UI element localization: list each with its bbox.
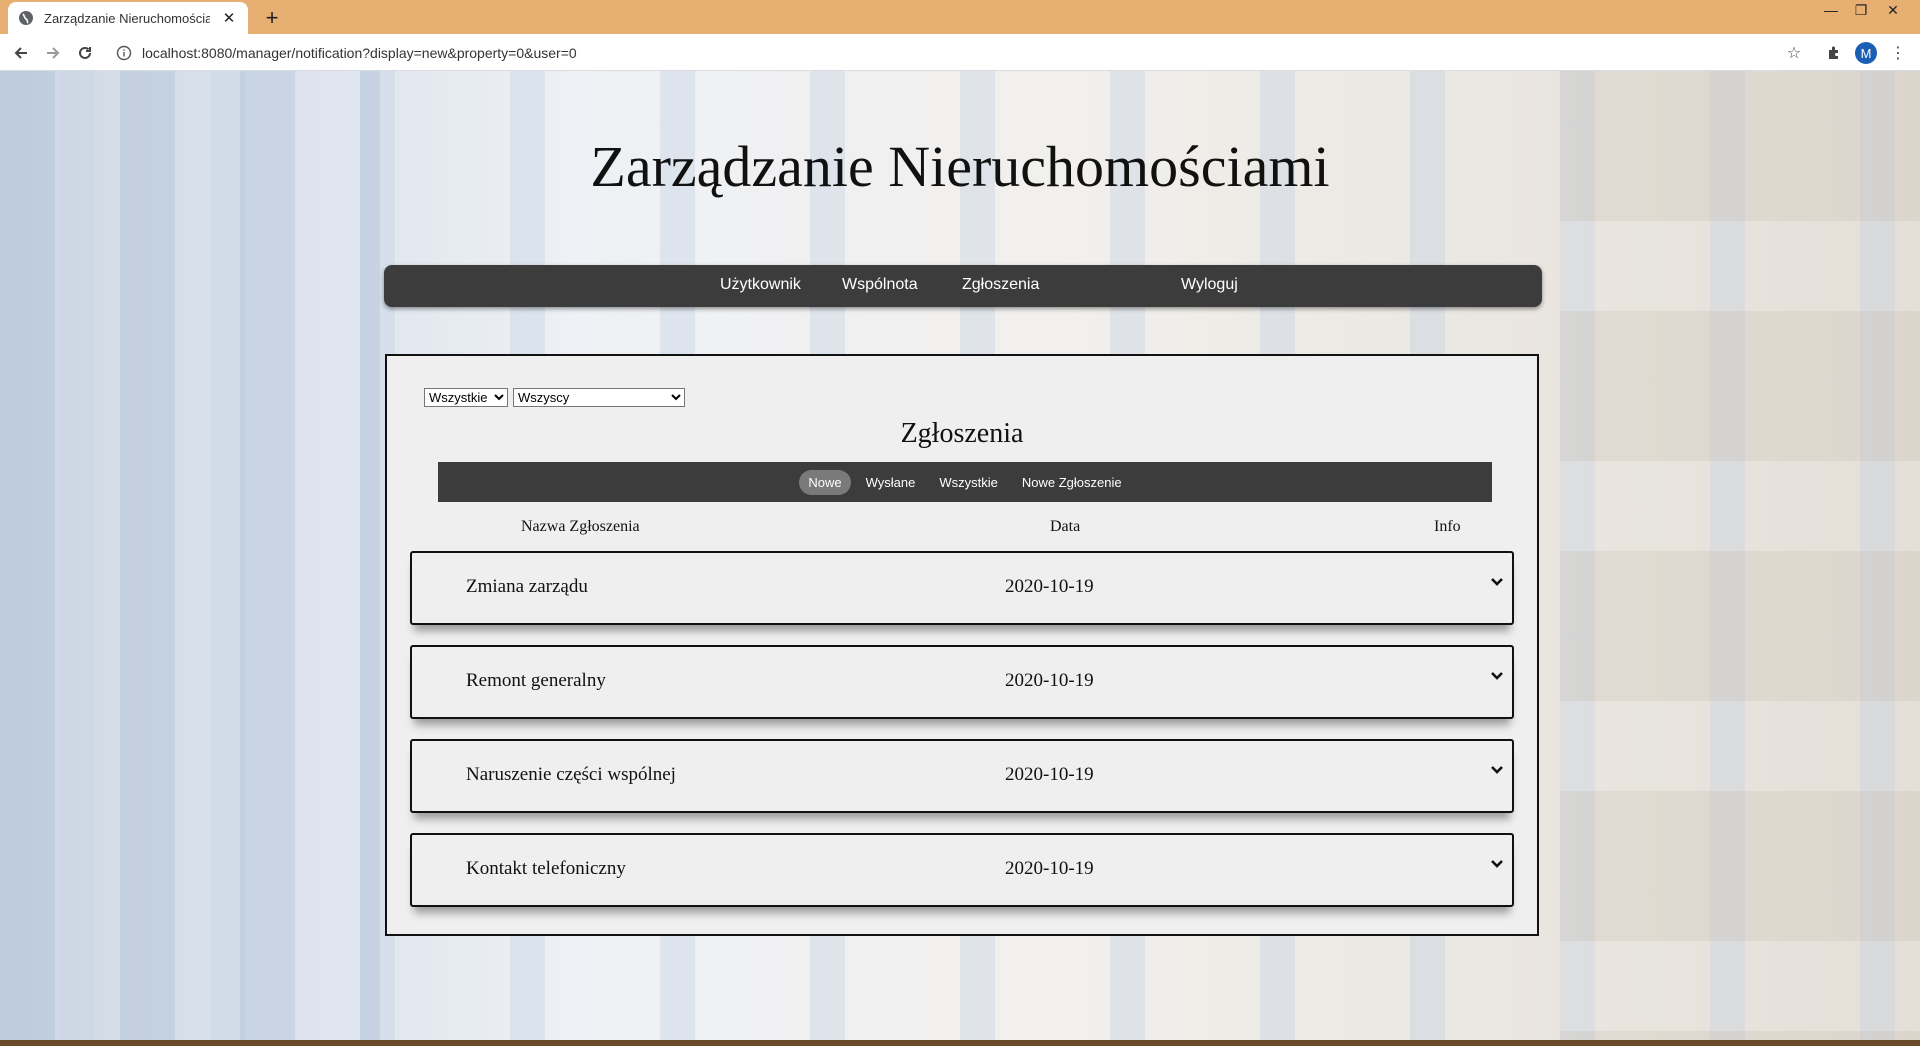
- column-header-name: Nazwa Zgłoszenia: [521, 518, 640, 535]
- notification-date: 2020-10-19: [1005, 858, 1094, 879]
- browser-titlebar: Zarządzanie Nieruchomościami ✕ + — ❐ ✕: [0, 0, 1920, 34]
- browser-tab[interactable]: Zarządzanie Nieruchomościami ✕: [8, 2, 248, 34]
- site-title: Zarządzanie Nieruchomościami: [590, 134, 1330, 199]
- chevron-down-icon[interactable]: [1490, 857, 1504, 871]
- chevron-down-icon[interactable]: [1490, 575, 1504, 589]
- subnav-sent[interactable]: Wysłane: [857, 470, 925, 495]
- notification-name: Kontakt telefoniczny: [466, 858, 626, 879]
- notification-date: 2020-10-19: [1005, 764, 1094, 785]
- subnav-new[interactable]: Nowe: [799, 469, 851, 495]
- notifications-subnav: Nowe Wysłane Wszystkie Nowe Zgłoszenie: [438, 462, 1492, 502]
- bookmark-star-icon[interactable]: ☆: [1782, 41, 1806, 65]
- notification-date: 2020-10-19: [1005, 576, 1094, 597]
- main-navigation: Użytkownik Wspólnota Zgłoszenia Wyloguj: [384, 265, 1542, 307]
- close-window-icon[interactable]: ✕: [1878, 2, 1908, 19]
- background-building-left: [0, 71, 380, 1040]
- url-text: localhost:8080/manager/notification?disp…: [142, 44, 577, 61]
- nav-item-notifications[interactable]: Zgłoszenia: [962, 276, 1039, 294]
- notification-date: 2020-10-19: [1005, 670, 1094, 691]
- page-background: Zarządzanie Nieruchomościami Użytkownik …: [0, 71, 1920, 1040]
- notification-item[interactable]: Zmiana zarządu 2020-10-19: [410, 551, 1514, 625]
- minimize-icon[interactable]: —: [1816, 2, 1846, 18]
- new-tab-icon[interactable]: +: [260, 5, 284, 31]
- globe-icon: [19, 11, 33, 25]
- info-icon[interactable]: [116, 45, 132, 61]
- notification-name: Naruszenie części wspólnej: [466, 764, 676, 785]
- browser-toolbar: localhost:8080/manager/notification?disp…: [0, 34, 1920, 71]
- subnav-all[interactable]: Wszystkie: [930, 470, 1007, 495]
- notification-name: Zmiana zarządu: [466, 576, 588, 597]
- chevron-down-icon[interactable]: [1490, 669, 1504, 683]
- notification-item[interactable]: Kontakt telefoniczny 2020-10-19: [410, 833, 1514, 907]
- tab-close-icon[interactable]: ✕: [220, 9, 238, 27]
- profile-avatar[interactable]: M: [1854, 41, 1878, 65]
- back-icon[interactable]: [9, 41, 33, 65]
- nav-item-user[interactable]: Użytkownik: [720, 276, 801, 294]
- notification-name: Remont generalny: [466, 670, 606, 691]
- address-bar[interactable]: localhost:8080/manager/notification?disp…: [108, 38, 1808, 67]
- notification-item[interactable]: Naruszenie części wspólnej 2020-10-19: [410, 739, 1514, 813]
- column-header-info: Info: [1434, 518, 1461, 535]
- filters: Wszystkie Wszyscy: [424, 388, 685, 407]
- property-filter-select[interactable]: Wszystkie: [424, 388, 508, 407]
- user-filter-select[interactable]: Wszyscy: [513, 388, 685, 407]
- extensions-icon[interactable]: [1822, 41, 1846, 65]
- restore-icon[interactable]: ❐: [1846, 2, 1876, 19]
- reload-icon[interactable]: [73, 41, 97, 65]
- notification-item[interactable]: Remont generalny 2020-10-19: [410, 645, 1514, 719]
- os-taskbar: [0, 1040, 1920, 1046]
- nav-item-community[interactable]: Wspólnota: [842, 276, 918, 294]
- notifications-panel: Wszystkie Wszyscy Zgłoszenia Nowe Wysłan…: [385, 354, 1539, 936]
- forward-icon[interactable]: [41, 41, 65, 65]
- chevron-down-icon[interactable]: [1490, 763, 1504, 777]
- tab-title: Zarządzanie Nieruchomościami: [44, 10, 210, 26]
- menu-kebab-icon[interactable]: ⋮: [1886, 41, 1910, 65]
- nav-item-logout[interactable]: Wyloguj: [1181, 276, 1238, 294]
- subnav-new-notification[interactable]: Nowe Zgłoszenie: [1013, 470, 1131, 495]
- column-header-date: Data: [1050, 518, 1081, 535]
- panel-title: Zgłoszenia: [900, 418, 1024, 449]
- background-building-right: [1560, 71, 1920, 1040]
